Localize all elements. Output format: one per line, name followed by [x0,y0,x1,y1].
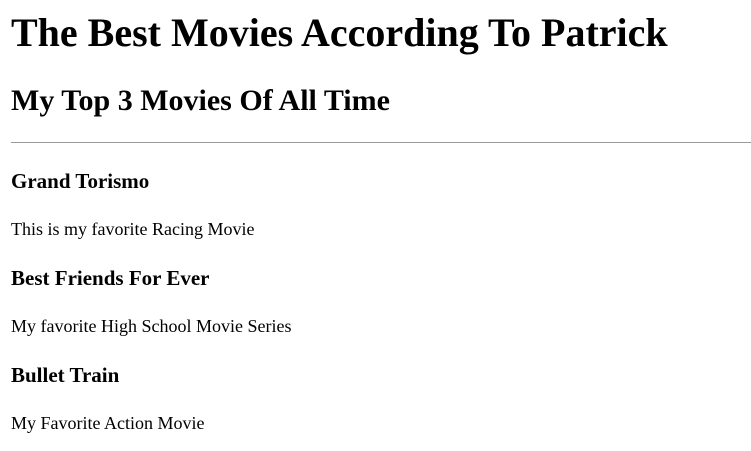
divider [11,142,751,143]
page-title: The Best Movies According To Patrick [11,10,668,55]
page-subtitle: My Top 3 Movies Of All Time [11,84,390,117]
movie-title: Best Friends For Ever [11,266,210,290]
movie-title: Grand Torismo [11,169,150,193]
movie-title: Bullet Train [11,363,120,387]
movie-description: My favorite High School Movie Series [11,316,292,336]
movie-description: This is my favorite Racing Movie [11,219,255,239]
page-body: The Best Movies According To Patrick My … [0,0,751,451]
movie-description: My Favorite Action Movie [11,413,205,433]
